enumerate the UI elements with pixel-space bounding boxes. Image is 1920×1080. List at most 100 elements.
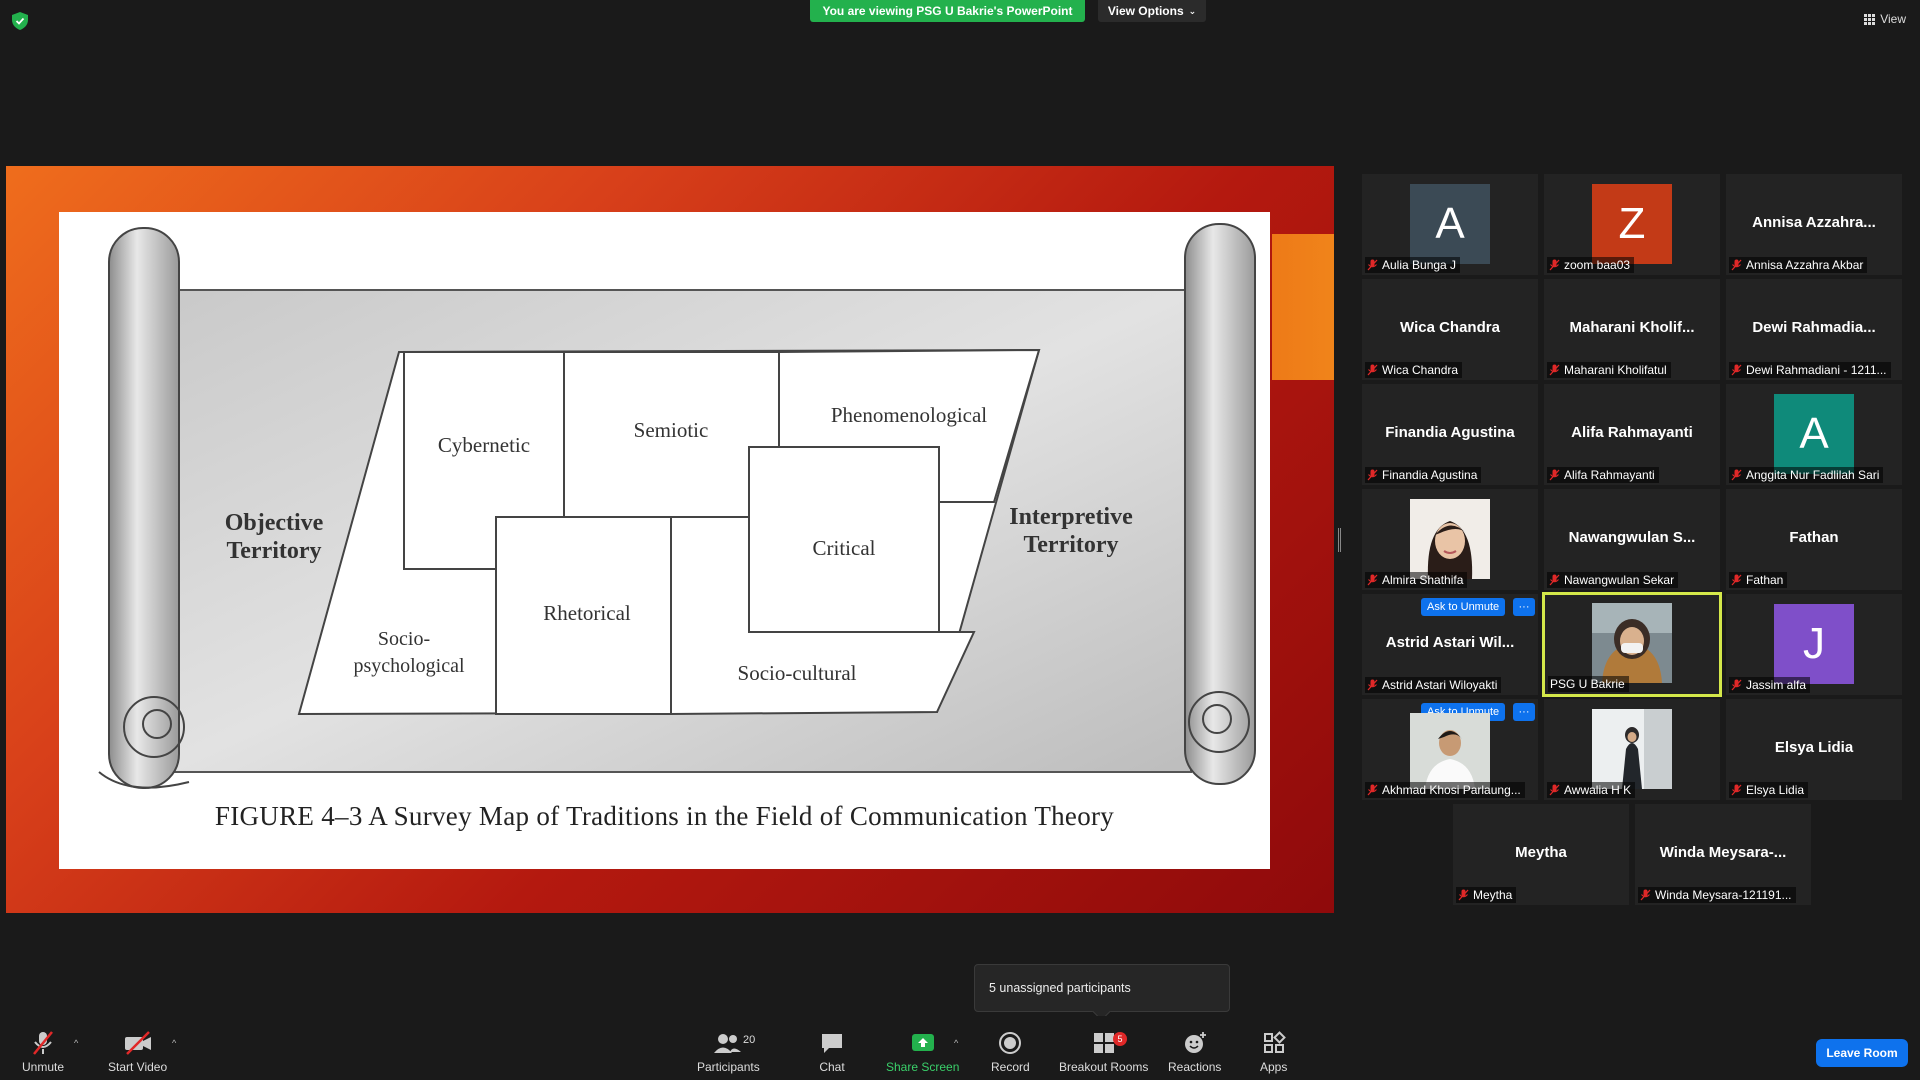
- meeting-toolbar: Unmute ^ Start Video ^ Participants 20 C…: [0, 1016, 1920, 1080]
- region-phenomenological: Phenomenological: [831, 403, 987, 427]
- participant-tile[interactable]: Almira Shathifa: [1362, 489, 1538, 590]
- breakout-rooms-icon: [1093, 1033, 1114, 1053]
- participant-tile[interactable]: Maharani Kholif... Maharani Kholifatul: [1544, 279, 1720, 380]
- participant-tile[interactable]: Dewi Rahmadia... Dewi Rahmadiani - 1211.…: [1726, 279, 1902, 380]
- apps-button[interactable]: Apps: [1260, 1030, 1287, 1074]
- participant-label: Awwalia H K: [1547, 782, 1636, 798]
- mic-muted-icon: [1731, 259, 1742, 271]
- ask-to-unmute-button[interactable]: Ask to Unmute: [1421, 598, 1506, 616]
- share-screen-button[interactable]: Share Screen: [886, 1030, 959, 1074]
- video-options-caret-icon[interactable]: ^: [172, 1038, 176, 1048]
- audio-options-caret-icon[interactable]: ^: [74, 1038, 78, 1048]
- start-video-button[interactable]: Start Video: [108, 1030, 167, 1074]
- participant-name: Wica Chandra: [1400, 319, 1500, 336]
- participant-label: Wica Chandra: [1365, 362, 1463, 378]
- slide-figure: Objective Territory Interpretive Territo…: [59, 212, 1270, 869]
- share-screen-icon: [911, 1034, 934, 1051]
- more-options-button[interactable]: ···: [1513, 598, 1535, 616]
- view-options-label: View Options: [1107, 4, 1184, 18]
- region-interpretive-line2: Territory: [1023, 532, 1118, 558]
- reactions-button[interactable]: Reactions: [1168, 1030, 1221, 1074]
- leave-room-button[interactable]: Leave Room: [1816, 1039, 1908, 1067]
- participant-tile[interactable]: Ask to Unmute ··· Astrid Astari Wil... A…: [1362, 594, 1538, 695]
- viewing-banner: You are viewing PSG U Bakrie's PowerPoin…: [810, 0, 1085, 22]
- participants-icon: [714, 1034, 742, 1053]
- mic-muted-icon: [1367, 364, 1378, 376]
- participant-label: Jassim alfa: [1729, 677, 1811, 693]
- unmute-label: Unmute: [22, 1060, 65, 1074]
- region-critical: Critical: [813, 536, 876, 560]
- chat-button[interactable]: Chat: [819, 1030, 845, 1074]
- participant-tile-active-speaker[interactable]: PSG U Bakrie: [1542, 592, 1722, 697]
- mic-muted-icon: [1367, 574, 1378, 586]
- participant-label: Finandia Agustina: [1365, 467, 1482, 483]
- participant-label: Dewi Rahmadiani - 1211...: [1729, 362, 1891, 378]
- mic-muted-icon: [1731, 364, 1742, 376]
- participant-name: Elsya Lidia: [1774, 739, 1854, 756]
- participant-tile[interactable]: Ask to Unmute ··· Akhmad Khosi Parlaung.…: [1362, 699, 1538, 800]
- mic-muted-icon: [1367, 469, 1378, 481]
- breakout-rooms-button[interactable]: Breakout Rooms: [1059, 1030, 1148, 1074]
- avatar: A: [1410, 184, 1490, 264]
- slide-orange-accent: [1272, 234, 1334, 380]
- participant-tile[interactable]: J Jassim alfa: [1726, 594, 1902, 695]
- mic-muted-icon: [1549, 469, 1560, 481]
- mic-muted-icon: [1731, 784, 1742, 796]
- participant-name: Astrid Astari Wil...: [1385, 634, 1515, 651]
- record-button[interactable]: Record: [991, 1030, 1030, 1074]
- participant-tile[interactable]: Fathan Fathan: [1726, 489, 1902, 590]
- region-rhetorical: Rhetorical: [543, 601, 631, 625]
- participant-tile[interactable]: Nawangwulan S... Nawangwulan Sekar: [1544, 489, 1720, 590]
- participant-tile[interactable]: Finandia Agustina Finandia Agustina: [1362, 384, 1538, 485]
- participant-label: Alifa Rahmayanti: [1547, 467, 1659, 483]
- view-layout-button[interactable]: View: [1864, 12, 1906, 26]
- mic-muted-icon: [1367, 259, 1378, 271]
- mic-muted-icon: [1731, 469, 1742, 481]
- participant-tile[interactable]: Elsya Lidia Elsya Lidia: [1726, 699, 1902, 800]
- mic-muted-icon: [1458, 889, 1469, 901]
- participant-tile[interactable]: Annisa Azzahra... Annisa Azzahra Akbar: [1726, 174, 1902, 275]
- shield-check-icon[interactable]: [12, 12, 28, 30]
- participant-label: Annisa Azzahra Akbar: [1729, 257, 1868, 273]
- share-screen-label: Share Screen: [886, 1060, 960, 1074]
- region-objective-line2: Territory: [226, 538, 321, 564]
- avatar: A: [1774, 394, 1854, 474]
- record-label: Record: [991, 1060, 1030, 1074]
- participant-tile[interactable]: A Anggita Nur Fadlilah Sari: [1726, 384, 1902, 485]
- participant-label: zoom baa03: [1547, 257, 1635, 273]
- participant-tile[interactable]: Winda Meysara-... Winda Meysara-121191..…: [1635, 804, 1811, 905]
- participant-tile[interactable]: Awwalia H K: [1544, 699, 1720, 800]
- mic-muted-icon: [1367, 784, 1378, 796]
- participant-tile[interactable]: Z zoom baa03: [1544, 174, 1720, 275]
- breakout-rooms-badge: 5: [1113, 1032, 1127, 1046]
- participant-photo: [1410, 713, 1490, 789]
- unassigned-participants-tooltip: 5 unassigned participants: [974, 964, 1230, 1012]
- participant-tile[interactable]: A Aulia Bunga J: [1362, 174, 1538, 275]
- participant-name: Dewi Rahmadia...: [1752, 319, 1876, 336]
- chevron-down-icon: ⌄: [1188, 5, 1197, 16]
- unmute-button[interactable]: Unmute: [22, 1030, 64, 1074]
- shared-screen: Objective Territory Interpretive Territo…: [6, 166, 1334, 913]
- view-options-button[interactable]: View Options ⌄: [1098, 0, 1206, 22]
- participant-label: Almira Shathifa: [1365, 572, 1468, 588]
- region-interpretive-line1: Interpretive: [1009, 504, 1133, 530]
- mic-muted-icon: [1731, 574, 1742, 586]
- participant-name: Annisa Azzahra...: [1752, 214, 1876, 231]
- apps-label: Apps: [1260, 1060, 1288, 1074]
- share-options-caret-icon[interactable]: ^: [954, 1038, 958, 1048]
- more-options-button[interactable]: ···: [1513, 703, 1535, 721]
- region-objective-line1: Objective: [225, 510, 324, 536]
- mic-muted-icon: [1549, 574, 1560, 586]
- participant-tile[interactable]: Meytha Meytha: [1453, 804, 1629, 905]
- region-socio-psych-line1: Socio-: [378, 628, 430, 650]
- participant-label: PSG U Bakrie: [1548, 676, 1629, 692]
- participant-tile[interactable]: Alifa Rahmayanti Alifa Rahmayanti: [1544, 384, 1720, 485]
- mic-muted-icon: [1549, 784, 1560, 796]
- participant-tile[interactable]: Wica Chandra Wica Chandra: [1362, 279, 1538, 380]
- view-layout-label: View: [1880, 12, 1906, 26]
- apps-icon: [1263, 1031, 1286, 1053]
- panel-resize-handle[interactable]: [1338, 528, 1341, 552]
- participant-photo: [1410, 499, 1490, 579]
- chat-icon: [822, 1034, 842, 1053]
- participant-name: Fathan: [1789, 529, 1839, 546]
